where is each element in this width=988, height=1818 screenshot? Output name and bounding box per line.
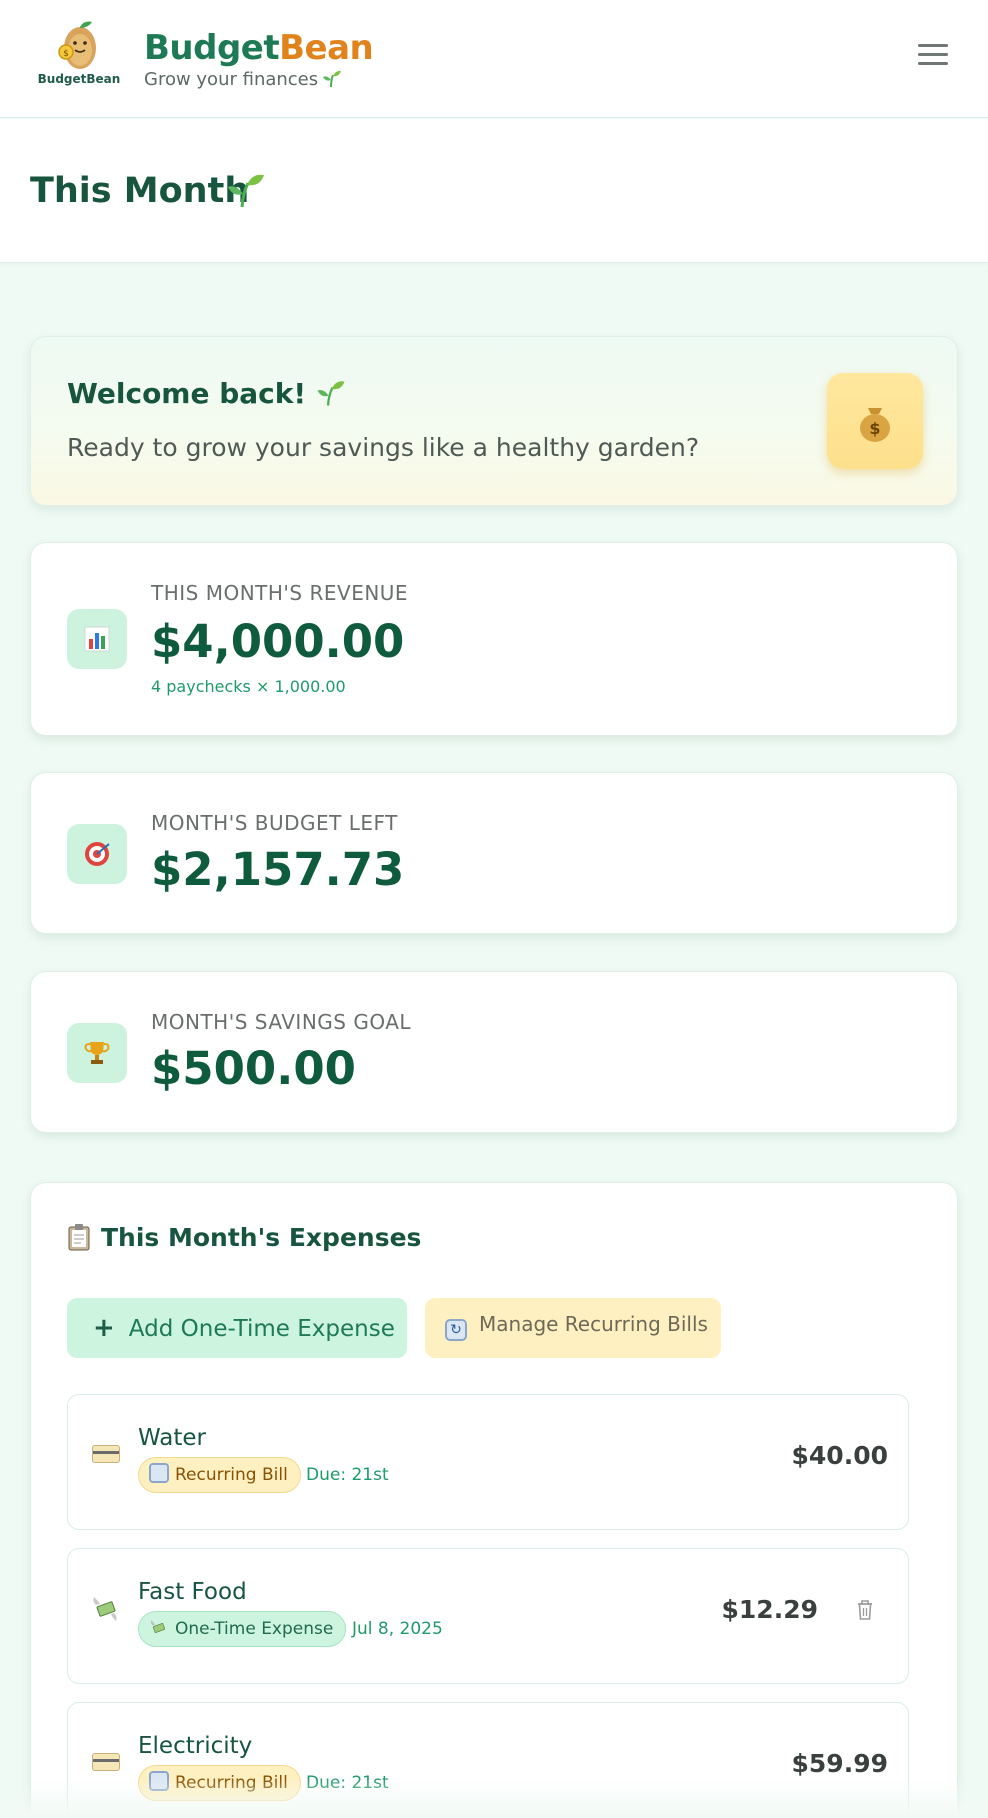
savings-goal-label: MONTH'S SAVINGS GOAL [151,1010,412,1034]
welcome-card: Welcome back! Ready to grow your savings… [30,336,958,506]
clipboard-icon [68,1224,90,1251]
expenses-card: This Month's Expenses + Add One-Time Expe… [30,1182,958,1818]
expense-amount: $12.29 [721,1595,818,1624]
money-bag-graphic: $ [860,408,890,442]
sprout-icon [323,70,342,88]
app-header: $ BudgetBean BudgetBean Grow your financ… [0,0,988,118]
expense-name: Water [138,1425,206,1451]
bar-chart-graphic [84,626,110,652]
expense-amount: $59.99 [791,1749,888,1778]
budget-left-card: MONTH'S BUDGET LEFT $2,157.73 [30,772,958,934]
repeat-icon [149,1463,169,1483]
credit-card-icon [92,1749,120,1777]
recurring-bill-badge: Recurring Bill [138,1457,301,1493]
manage-recurring-bills-button[interactable]: ↻ Manage Recurring Bills [425,1298,721,1358]
expense-name: Fast Food [138,1579,247,1605]
budgetbean-logo[interactable]: $ BudgetBean [36,18,122,88]
logo-caption: BudgetBean [37,72,121,86]
welcome-subtitle: Ready to grow your savings like a health… [67,433,700,462]
brand-part-bean: Bean [279,28,374,68]
bar-chart-icon [67,609,127,669]
expenses-title: This Month's Expenses [67,1223,421,1252]
expense-date: Jul 8, 2025 [352,1619,443,1639]
target-graphic [85,842,110,866]
expense-item[interactable]: Water Recurring Bill Due: 21st $40.00 [67,1394,909,1530]
trophy-graphic [84,1042,110,1064]
menu-bar [918,53,948,56]
expenses-title-text: This Month's Expenses [101,1223,422,1252]
credit-card-icon [92,1441,120,1469]
sprout-icon [317,381,345,406]
welcome-title-text: Welcome back! [67,377,307,410]
add-one-time-expense-button[interactable]: + Add One-Time Expense [67,1298,407,1358]
tagline-text: Grow your finances [144,69,319,90]
menu-bar [918,62,948,65]
expense-name: Electricity [138,1733,253,1759]
scroll-fade [0,1778,988,1818]
credit-card-graphic [92,1445,120,1463]
target-icon [67,824,127,884]
revenue-subtext: 4 paychecks × 1,000.00 [151,677,346,696]
welcome-title: Welcome back! [67,377,346,410]
brand-tagline: Grow your finances [144,68,342,90]
brand-part-budget: Budget [144,28,280,68]
one-time-expense-badge: One-Time Expense [138,1611,347,1647]
manage-recurring-label: Manage Recurring Bills [479,1312,708,1336]
credit-card-graphic [92,1753,120,1771]
revenue-card: THIS MONTH'S REVENUE $4,000.00 4 paychec… [30,542,958,736]
hamburger-menu-button[interactable] [918,44,948,68]
revenue-label: THIS MONTH'S REVENUE [151,581,409,605]
add-expense-label: Add One-Time Expense [128,1316,395,1342]
budget-left-value: $2,157.73 [151,843,405,896]
menu-bar [918,44,948,47]
page-title: This Month [30,171,250,211]
sprout-icon [228,174,264,208]
badge-text: One-Time Expense [175,1619,334,1639]
page-title-section: This Month [0,119,988,263]
badge-text: Recurring Bill [175,1465,288,1485]
money-with-wings-icon [150,1620,166,1633]
trophy-icon [67,1023,127,1083]
expense-due-date: Due: 21st [306,1465,389,1485]
savings-goal-card: MONTH'S SAVINGS GOAL $500.00 [30,971,958,1133]
expense-amount: $40.00 [791,1441,888,1470]
savings-goal-value: $500.00 [151,1042,356,1095]
money-with-wings-icon [92,1595,120,1629]
trash-icon[interactable] [856,1599,874,1621]
repeat-icon: ↻ [445,1319,467,1341]
budget-left-label: MONTH'S BUDGET LEFT [151,811,398,835]
money-wings-graphic [93,1597,117,1621]
brand-name: BudgetBean [144,28,374,68]
money-bag-icon: $ [827,373,923,469]
svg-text:$: $ [63,49,69,59]
bean-mascot-icon: $ [58,21,96,69]
expense-item[interactable]: Fast Food One-Time Expense Jul 8, 2025 $… [67,1548,909,1684]
plus-icon: + [93,1313,115,1343]
svg-text:$: $ [869,419,880,438]
revenue-value: $4,000.00 [151,615,405,668]
